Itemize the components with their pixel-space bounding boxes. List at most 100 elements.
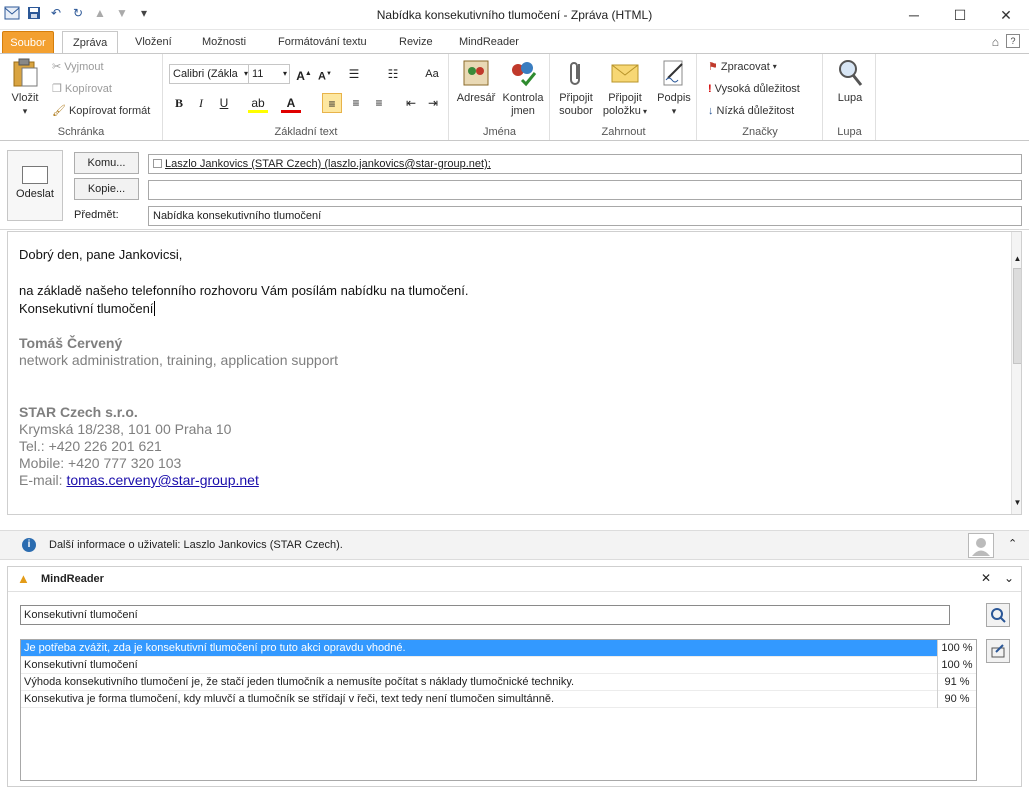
font-name-combo[interactable]: Calibri (Zákla ▾ [169,64,251,84]
attach-file-label-1: Připojit [559,92,593,104]
arrow-down-icon: ↓ [708,105,714,117]
signature-label: Podpis [657,92,691,104]
align-right-icon[interactable]: ≡ [369,93,389,113]
result-text: Konsekutiva je forma tlumočení, kdy mluv… [24,693,555,705]
copy-icon: ❐ [52,83,62,95]
grow-font-icon[interactable]: A▲ [294,64,314,84]
styles-icon[interactable]: Aa [422,64,442,84]
title-bar: ↶ ↻ ▲ ▼ ▾ Nabídka konsekutivního tlumoče… [0,0,1029,30]
check-names-button[interactable]: Kontrola jmen [499,57,547,118]
align-center-icon[interactable]: ≡ [346,93,366,113]
close-pane-icon[interactable]: ✕ [981,571,991,585]
font-color-icon[interactable]: A [281,93,301,113]
flag-icon: ⚑ [708,61,718,73]
signature-button[interactable]: Podpis ▾ [651,57,697,118]
mindreader-search-input[interactable]: Konsekutivní tlumočení [20,605,950,625]
paste-icon [9,57,41,89]
pane-menu-icon[interactable]: ⌄ [1004,571,1014,585]
attach-file-button[interactable]: Připojit soubor [553,57,599,118]
group-zoom: Lupa Lupa [824,54,876,140]
tab-review[interactable]: Revize [389,31,443,54]
address-book-icon [460,57,492,89]
chevron-down-icon: ▾ [282,69,287,78]
signature-email-label: E-mail: [19,472,67,488]
tab-options[interactable]: Možnosti [192,31,256,54]
include-group-label: Zahrnout [601,126,646,138]
decrease-indent-icon[interactable]: ⇤ [401,93,421,113]
signature-email-row: E-mail: tomas.cerveny@star-group.net [19,472,469,489]
increase-indent-icon[interactable]: ⇥ [423,93,443,113]
format-painter-button[interactable]: 🖌 Kopírovat formát [52,102,150,120]
names-group-label: Jména [482,126,517,138]
follow-up-button[interactable]: ⚑ Zpracovat ▾ [708,58,777,76]
underline-icon[interactable]: U [214,93,234,113]
contact-photo-avatar [968,533,994,558]
cut-button[interactable]: ✂ Vyjmout [52,58,104,76]
zoom-button[interactable]: Lupa [827,57,873,105]
body-scrollbar[interactable]: ▲ ▼ [1011,232,1021,514]
cut-label: Vyjmout [64,61,104,73]
tab-format-text[interactable]: Formátování textu [268,31,377,54]
high-importance-button[interactable]: ! Vysoká důležitost [708,80,800,98]
insert-result-button[interactable] [986,639,1010,663]
result-row[interactable]: Konsekutivní tlumočení 100 % [21,657,976,674]
result-row[interactable]: Konsekutiva je forma tlumočení, kdy mluv… [21,691,976,708]
scroll-up-icon[interactable]: ▲ [1013,254,1021,264]
mindreader-search-button[interactable] [986,603,1010,627]
paperclip-icon [560,57,592,89]
body-line-1: na základě našeho telefonního rozhovoru … [19,283,469,298]
send-label: Odeslat [16,188,54,200]
ribbon-options-icon[interactable]: ⌂ [992,35,999,49]
copy-button[interactable]: ❐ Kopírovat [52,80,112,98]
tab-file[interactable]: Soubor [2,31,54,54]
scroll-thumb[interactable] [1013,268,1021,364]
low-importance-button[interactable]: ↓ Nízká důležitost [708,102,794,120]
highlight-icon[interactable]: ab [248,93,268,113]
message-body[interactable]: Dobrý den, pane Jankovicsi, na základě n… [7,231,1022,515]
maximize-button[interactable]: ☐ [937,0,983,30]
to-field[interactable]: Laszlo Jankovics (STAR Czech) (laszlo.ja… [148,154,1022,174]
attach-item-button[interactable]: Připojit položku ▾ [600,57,650,118]
tab-mindreader[interactable]: MindReader [449,31,529,54]
bold-icon[interactable]: B [169,93,189,113]
shrink-font-icon[interactable]: A▼ [315,64,335,84]
mindreader-logo-icon: ▲ [17,571,30,586]
to-recipient[interactable]: Laszlo Jankovics (STAR Czech) (laszlo.ja… [165,158,491,170]
italic-icon[interactable]: I [191,93,211,113]
signature-mobile: Mobile: +420 777 320 103 [19,455,182,471]
close-button[interactable]: ✕ [983,0,1029,30]
signature-role: network administration, training, applic… [19,352,339,368]
address-book-button[interactable]: Adresář [453,57,499,105]
body-text[interactable]: Dobrý den, pane Jankovicsi, na základě n… [19,246,469,489]
numbering-icon[interactable]: ☷ [383,64,403,84]
align-left-icon[interactable]: ≡ [322,93,342,113]
result-row[interactable]: Výhoda konsekutivního tlumočení je, že s… [21,674,976,691]
help-icon[interactable]: ? [1006,34,1020,48]
recipient-checkbox-icon [153,159,162,168]
cc-field[interactable] [148,180,1022,200]
cc-button[interactable]: Kopie... [74,178,139,200]
group-clipboard: Vložit ▾ ✂ Vyjmout ❐ Kopírovat 🖌 Kopírovat f… [0,54,163,140]
send-button[interactable]: Odeslat [7,150,63,221]
paste-button[interactable]: Vložit ▾ [2,57,48,118]
subject-field[interactable]: Nabídka konsekutivního tlumočení [148,206,1022,226]
signature-email-link[interactable]: tomas.cerveny@star-group.net [66,472,258,488]
collapse-people-pane-icon[interactable]: ⌃ [1008,537,1017,550]
copy-label: Kopírovat [64,83,112,95]
font-size-combo[interactable]: 11 ▾ [248,64,290,84]
minimize-button[interactable]: ─ [891,0,937,30]
attach-file-label-2: soubor [559,105,593,117]
bullets-icon[interactable]: ☰ [344,64,364,84]
font-size-value: 11 [252,68,264,80]
low-importance-label: Nízká důležitost [716,105,795,117]
envelope-icon [609,57,641,89]
result-text: Konsekutivní tlumočení [24,659,138,671]
tags-group-label: Značky [742,126,778,138]
tab-insert[interactable]: Vložení [125,31,182,54]
result-row[interactable]: Je potřeba zvážit, zda je konsekutivní t… [21,640,976,657]
zoom-group-label: Lupa [837,126,862,138]
high-importance-label: Vysoká důležitost [714,83,800,95]
scroll-down-icon[interactable]: ▼ [1013,498,1021,508]
to-button[interactable]: Komu... [74,152,139,174]
tab-message[interactable]: Zpráva [62,31,119,54]
